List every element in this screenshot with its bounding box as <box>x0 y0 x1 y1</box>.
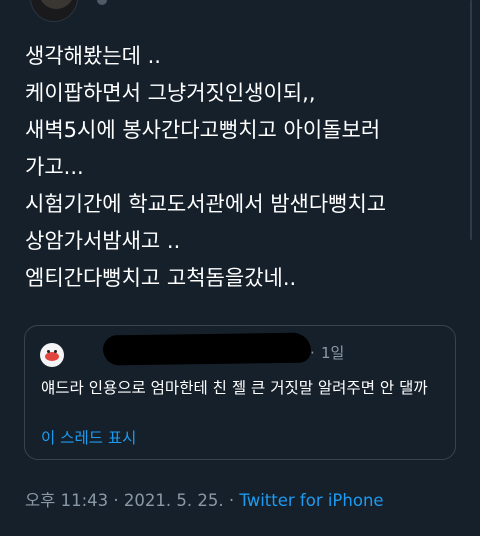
quoted-tweet-time: 1일 <box>321 344 345 362</box>
meta-separator: · <box>113 491 119 510</box>
tweet-metadata: 오후 11:43 · 2021. 5. 25. · Twitter for iP… <box>25 490 384 512</box>
tweet-line: 엠티간다뻥치고 고척돔을갔네.. <box>25 266 297 290</box>
tweet-line: 새벽5시에 봉사간다고뻥치고 아이돌보러 <box>25 118 381 142</box>
tweet-time: 오후 11:43 <box>25 491 109 510</box>
show-thread-link[interactable]: 이 스레드 표시 <box>41 427 136 449</box>
scrollbar[interactable] <box>470 0 472 240</box>
meta-separator: · <box>228 491 235 510</box>
quoted-tweet-card[interactable]: · 1일 얘드라 인용으로 엄마한테 친 젤 큰 거짓말 알려주면 안 댈까 이… <box>24 325 456 460</box>
tweet-detail-screen: 생각해봤는데 .. 케이팝하면서 그냥거짓인생이되,, 새벽5시에 봉사간다고뻥… <box>0 0 480 536</box>
tweet-line: 케이팝하면서 그냥거짓인생이되,, <box>25 81 316 105</box>
redacted-author-name <box>102 332 312 366</box>
tweet-line: 상암가서밤새고 .. <box>25 229 181 253</box>
avatar-eye <box>47 350 50 353</box>
tweet-date: 2021. 5. 25. <box>123 491 224 510</box>
tweet-text: 생각해봤는데 .. 케이팝하면서 그냥거짓인생이되,, 새벽5시에 봉사간다고뻥… <box>25 38 470 297</box>
quoted-tweet-text: 얘드라 인용으로 엄마한테 친 젤 큰 거짓말 알려주면 안 댈까 <box>41 379 428 397</box>
avatar-eye <box>54 350 57 353</box>
tweet-line: 시험기간에 학교도서관에서 밤샌다뻥치고 <box>25 192 387 216</box>
quoted-author-avatar <box>40 343 64 367</box>
quote-separator: · <box>310 344 315 362</box>
author-avatar[interactable] <box>30 0 78 22</box>
tweet-source-link[interactable]: Twitter for iPhone <box>239 491 383 510</box>
avatar-cheek-shape <box>45 352 59 361</box>
more-options-icon[interactable] <box>97 0 107 5</box>
tweet-line: 생각해봤는데 .. <box>25 44 161 68</box>
tweet-line: 가고... <box>25 155 84 179</box>
